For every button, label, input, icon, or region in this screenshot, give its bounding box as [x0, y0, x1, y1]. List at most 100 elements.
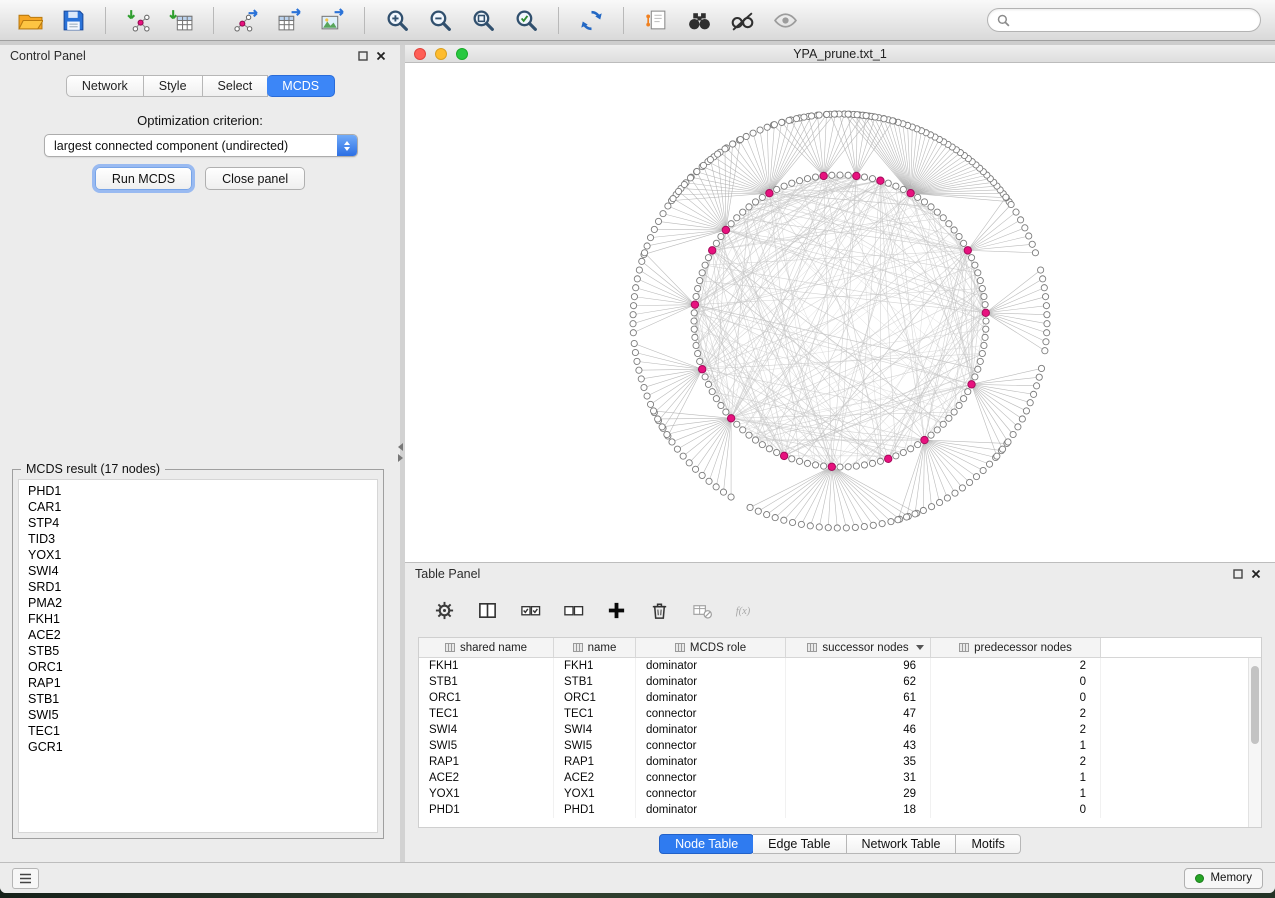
mcds-result-list[interactable]: PHD1CAR1STP4TID3YOX1SWI4SRD1PMA2FKH1ACE2… — [18, 479, 378, 833]
tab-style[interactable]: Style — [144, 75, 203, 97]
mcds-result-item[interactable]: PMA2 — [19, 595, 377, 611]
mcds-result-item[interactable]: SRD1 — [19, 579, 377, 595]
export-table-button[interactable] — [273, 4, 305, 36]
mcds-result-item[interactable]: RAP1 — [19, 675, 377, 691]
first-neighbors-button[interactable] — [683, 4, 715, 36]
table-header-row: shared namenameMCDS rolesuccessor nodesp… — [419, 638, 1261, 658]
float-panel-icon[interactable] — [354, 48, 372, 64]
tab-network-table[interactable]: Network Table — [847, 834, 957, 854]
run-mcds-button[interactable]: Run MCDS — [95, 167, 192, 190]
column-header-shared-name[interactable]: shared name — [419, 638, 554, 657]
zoom-out-button[interactable] — [424, 4, 456, 36]
maximize-window-icon[interactable] — [456, 48, 468, 60]
zoom-in-button[interactable] — [381, 4, 413, 36]
column-header-predecessor-nodes[interactable]: predecessor nodes — [931, 638, 1101, 657]
table-row[interactable]: SWI5SWI5connector431 — [419, 738, 1261, 754]
mcds-result-item[interactable]: YOX1 — [19, 547, 377, 563]
table-panel-tabs: Node TableEdge TableNetwork TableMotifs — [405, 834, 1275, 854]
table-scrollbar[interactable] — [1248, 658, 1261, 827]
hide-selected-button[interactable] — [726, 4, 758, 36]
mcds-result-item[interactable]: TID3 — [19, 531, 377, 547]
mcds-result-item[interactable]: ORC1 — [19, 659, 377, 675]
mcds-result-group-title: MCDS result (17 nodes) — [21, 462, 165, 476]
close-panel-icon[interactable] — [372, 48, 390, 64]
memory-label: Memory — [1210, 872, 1252, 884]
table-settings-button[interactable] — [431, 598, 457, 622]
mcds-result-item[interactable]: STB5 — [19, 643, 377, 659]
network-canvas[interactable] — [405, 63, 1275, 562]
mcds-result-item[interactable]: TEC1 — [19, 723, 377, 739]
mcds-result-item[interactable]: SWI4 — [19, 563, 377, 579]
table-panel-title: Table Panel — [415, 567, 480, 581]
mcds-result-item[interactable]: ACE2 — [19, 627, 377, 643]
table-row[interactable]: TEC1TEC1connector472 — [419, 706, 1261, 722]
toolbar-separator — [558, 7, 559, 34]
table-row[interactable]: SWI4SWI4dominator462 — [419, 722, 1261, 738]
tab-select[interactable]: Select — [203, 75, 269, 97]
table-row[interactable]: YOX1YOX1connector291 — [419, 786, 1261, 802]
mcds-result-group: MCDS result (17 nodes) PHD1CAR1STP4TID3Y… — [12, 469, 384, 839]
table-row[interactable]: FKH1FKH1dominator962 — [419, 658, 1261, 674]
network-canvas-container — [405, 63, 1275, 562]
search-input[interactable] — [1016, 13, 1251, 27]
tab-node-table[interactable]: Node Table — [659, 834, 754, 854]
delete-table-button — [689, 598, 715, 622]
eye-icon — [773, 8, 798, 33]
tab-network[interactable]: Network — [66, 75, 144, 97]
table-row[interactable]: RAP1RAP1dominator352 — [419, 754, 1261, 770]
show-columns-button[interactable] — [474, 598, 500, 622]
table-row[interactable]: ACE2ACE2connector311 — [419, 770, 1261, 786]
clone-network-button[interactable] — [640, 4, 672, 36]
zoom-fit-button[interactable] — [467, 4, 499, 36]
add-column-button[interactable] — [603, 598, 629, 622]
control-panel-titlebar: Control Panel — [0, 45, 400, 67]
show-all-button — [769, 4, 801, 36]
mcds-result-item[interactable]: FKH1 — [19, 611, 377, 627]
table-row[interactable]: PHD1PHD1dominator180 — [419, 802, 1261, 818]
mcds-result-item[interactable]: CAR1 — [19, 499, 377, 515]
column-header-name[interactable]: name — [554, 638, 636, 657]
sort-caret-icon[interactable] — [916, 645, 924, 650]
delete-column-button[interactable] — [646, 598, 672, 622]
save-session-button[interactable] — [57, 4, 89, 36]
optimization-criterion-select[interactable]: largest connected component (undirected) — [44, 134, 358, 157]
select-all-rows-button[interactable] — [517, 598, 543, 622]
table-row[interactable]: ORC1ORC1dominator610 — [419, 690, 1261, 706]
scrollbar-thumb[interactable] — [1251, 666, 1259, 744]
column-header-MCDS-role[interactable]: MCDS role — [636, 638, 786, 657]
deselect-all-rows-button[interactable] — [560, 598, 586, 622]
export-image-button[interactable] — [316, 4, 348, 36]
mcds-result-item[interactable]: STB1 — [19, 691, 377, 707]
trash-icon — [649, 600, 670, 621]
node-table: shared namenameMCDS rolesuccessor nodesp… — [418, 637, 1262, 828]
close-window-icon[interactable] — [414, 48, 426, 60]
mcds-result-item[interactable]: GCR1 — [19, 739, 377, 755]
splitter-collapse-arrows[interactable] — [398, 443, 403, 462]
import-table-button[interactable] — [165, 4, 197, 36]
open-file-button[interactable] — [14, 4, 46, 36]
import-network-button[interactable] — [122, 4, 154, 36]
table-panel-titlebar: Table Panel — [405, 563, 1275, 585]
table-row[interactable]: STB1STB1dominator620 — [419, 674, 1261, 690]
mcds-result-item[interactable]: STP4 — [19, 515, 377, 531]
main-area: Control Panel NetworkStyleSelectMCDS Opt… — [0, 41, 1275, 862]
columns-icon — [477, 600, 498, 621]
zoom-selected-button[interactable] — [510, 4, 542, 36]
mcds-result-item[interactable]: PHD1 — [19, 483, 377, 499]
column-header-successor-nodes[interactable]: successor nodes — [786, 638, 931, 657]
search-box[interactable] — [987, 8, 1261, 32]
memory-button[interactable]: Memory — [1184, 868, 1263, 889]
status-menu-button[interactable] — [12, 868, 39, 889]
clone-document-icon — [644, 8, 669, 33]
close-panel-icon[interactable] — [1247, 566, 1265, 582]
save-floppy-icon — [61, 8, 86, 33]
tab-edge-table[interactable]: Edge Table — [753, 834, 846, 854]
mcds-result-item[interactable]: SWI5 — [19, 707, 377, 723]
export-network-button[interactable] — [230, 4, 262, 36]
tab-motifs[interactable]: Motifs — [956, 834, 1020, 854]
tab-mcds[interactable]: MCDS — [267, 75, 335, 97]
close-panel-button[interactable]: Close panel — [205, 167, 305, 190]
minimize-window-icon[interactable] — [435, 48, 447, 60]
float-panel-icon[interactable] — [1229, 566, 1247, 582]
refresh-button[interactable] — [575, 4, 607, 36]
